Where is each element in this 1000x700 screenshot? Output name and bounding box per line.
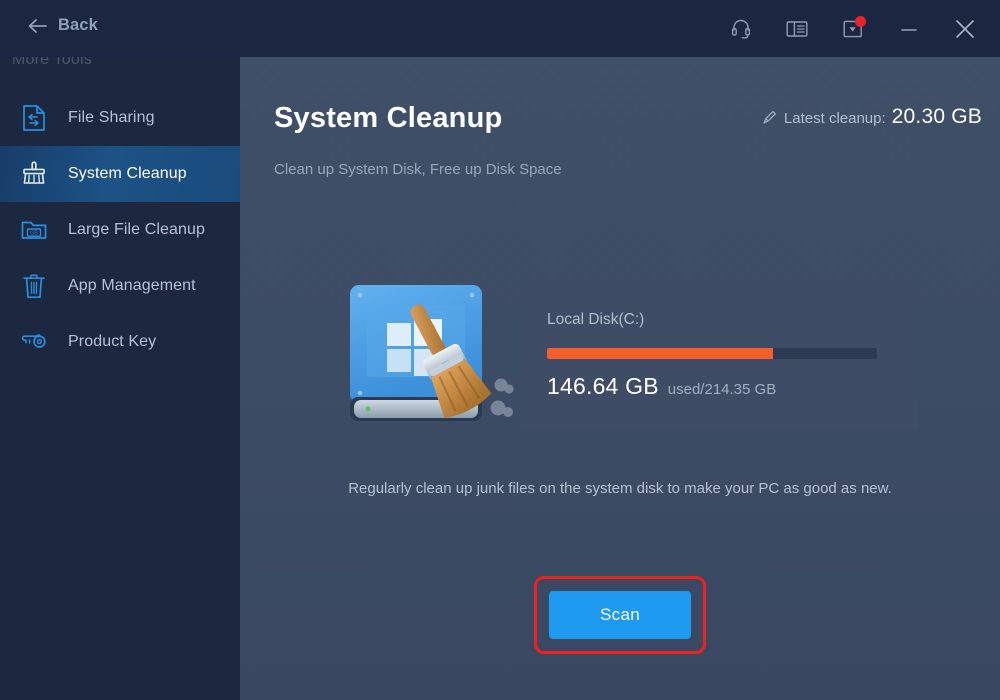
book-glyph <box>786 20 808 37</box>
sidebar-title: More Tools <box>12 57 92 68</box>
headset-glyph <box>731 19 751 39</box>
scan-button-wrap: Scan <box>549 591 691 639</box>
sidebar-item-label: Large File Cleanup <box>68 221 205 238</box>
sidebar-item-system-cleanup[interactable]: System Cleanup <box>0 146 240 202</box>
disk-used-value: 146.64 GB <box>547 373 659 399</box>
back-label: Back <box>58 16 98 34</box>
broom-glyph <box>23 161 45 184</box>
broom-small-icon <box>763 110 776 124</box>
page-title: System Cleanup <box>274 102 503 134</box>
close-button[interactable] <box>948 12 982 46</box>
window-controls <box>724 0 982 57</box>
file-sharing-icon <box>18 102 50 134</box>
book-icon[interactable] <box>780 12 814 46</box>
latest-cleanup-label: Latest cleanup: <box>783 110 886 127</box>
update-badge-dot <box>855 15 866 27</box>
cleanup-description: Regularly clean up junk files on the sys… <box>348 480 892 497</box>
disk-cleanup-illustration <box>350 285 514 421</box>
headset-icon[interactable] <box>724 12 758 46</box>
folder-gb-icon: GB <box>18 214 50 246</box>
trash-icon <box>18 270 50 302</box>
app-window: Back More Tools File Sharing System Clea… <box>0 0 1000 700</box>
minimize-glyph <box>901 28 917 31</box>
latest-cleanup: Latest cleanup: 20.30 GB <box>762 105 982 129</box>
sidebar-item-label: Product Key <box>68 333 157 350</box>
sidebar-item-product-key[interactable]: Product Key <box>0 314 240 370</box>
scan-button[interactable]: Scan <box>549 591 691 639</box>
trash-glyph <box>23 273 45 298</box>
sidebar-item-app-management[interactable]: App Management <box>0 258 240 314</box>
back-button[interactable]: Back <box>28 16 98 35</box>
disk-info-card: Local Disk(C:) 146.64 GB used/214.35 GB <box>520 278 918 430</box>
latest-cleanup-value: 20.30 GB <box>891 105 982 128</box>
minimize-button[interactable] <box>892 12 926 46</box>
disk-usage-bar <box>547 348 877 359</box>
disk-name: Local Disk(C:) <box>547 311 645 328</box>
svg-text:GB: GB <box>30 231 38 237</box>
download-update-icon[interactable] <box>836 12 870 46</box>
sidebar-item-label: System Cleanup <box>68 165 187 182</box>
sidebar-nav: File Sharing System Cleanup GB Large Fil… <box>0 90 240 370</box>
title-bar: Back <box>0 0 1000 57</box>
main-content: System Cleanup Clean up System Disk, Fre… <box>240 57 1000 700</box>
sidebar-item-label: File Sharing <box>68 109 155 126</box>
sidebar-item-file-sharing[interactable]: File Sharing <box>0 90 240 146</box>
folder-gb-glyph: GB <box>21 221 47 239</box>
disk-usage-text: 146.64 GB used/214.35 GB <box>547 373 776 400</box>
disk-total-value: used/214.35 GB <box>667 381 777 398</box>
key-glyph <box>21 334 46 348</box>
back-arrow-icon <box>28 18 47 33</box>
sidebar-item-large-file-cleanup[interactable]: GB Large File Cleanup <box>0 202 240 258</box>
sidebar: More Tools File Sharing System Cleanup G… <box>0 57 240 700</box>
sidebar-item-label: App Management <box>68 277 196 294</box>
page-subtitle: Clean up System Disk, Free up Disk Space <box>274 161 562 178</box>
broom-icon <box>18 158 50 190</box>
file-sharing-glyph <box>23 105 45 131</box>
disk-usage-bar-fill <box>547 348 773 359</box>
key-icon <box>18 326 50 358</box>
close-glyph <box>956 19 974 38</box>
